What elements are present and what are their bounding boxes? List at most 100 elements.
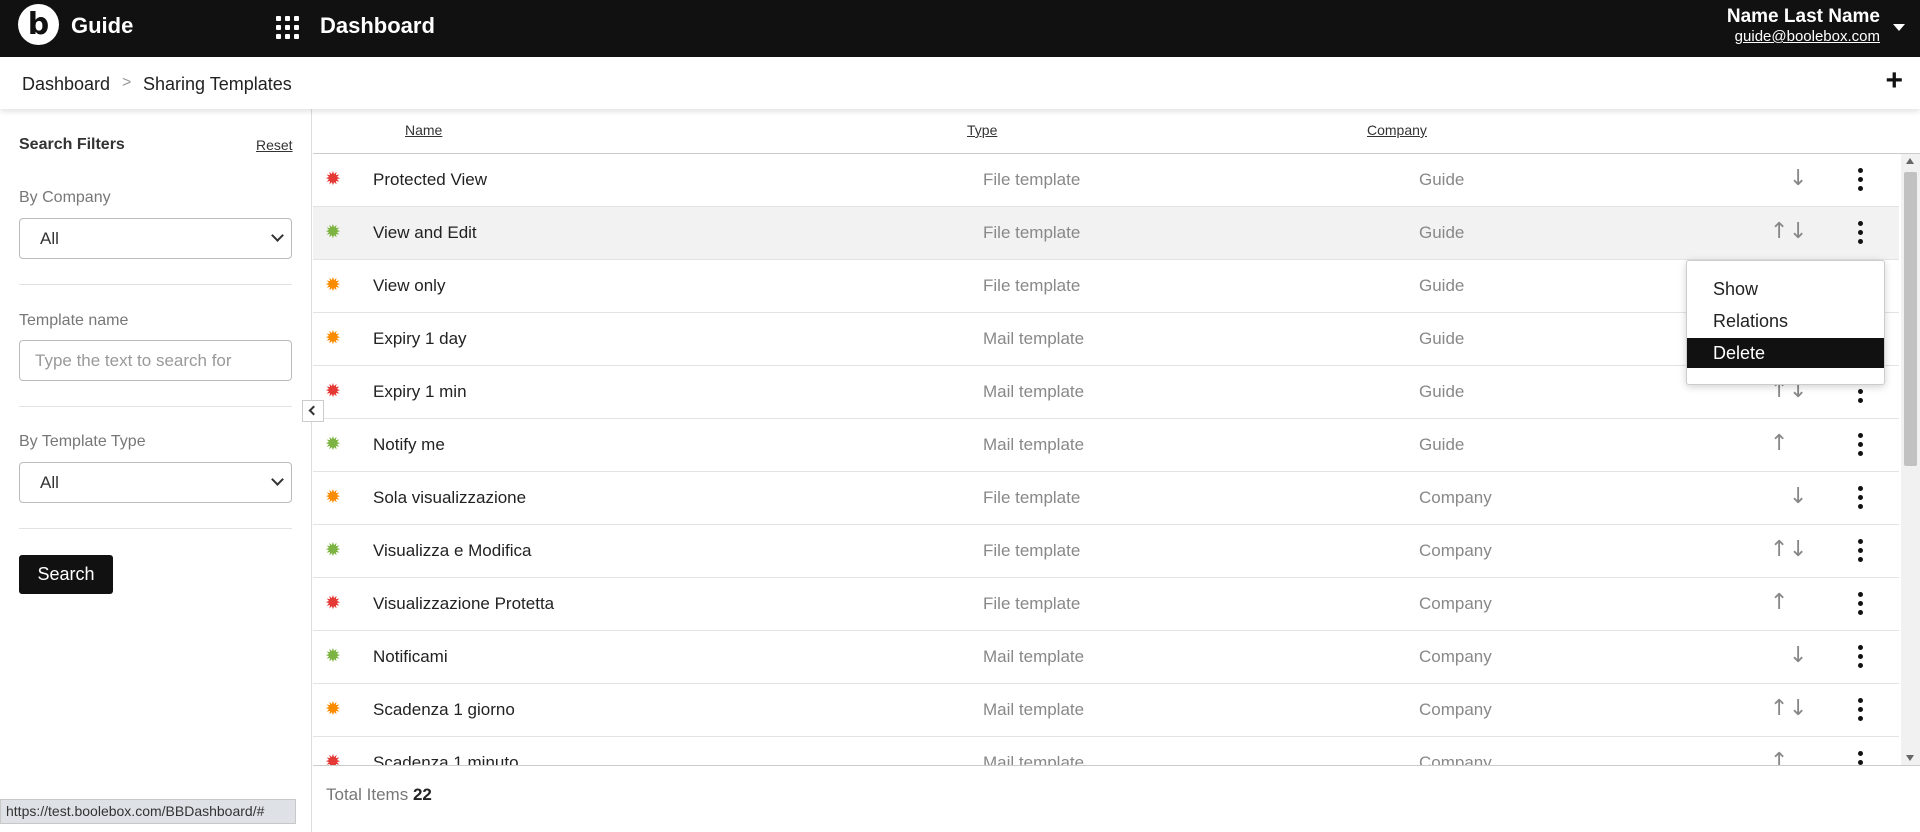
arrow-up-icon[interactable]: ↑ (1770, 537, 1788, 562)
kebab-dot (1858, 451, 1863, 456)
arrow-down-icon[interactable]: ↓ (1789, 484, 1807, 509)
kebab-menu-icon[interactable] (1857, 539, 1865, 563)
template-type-cell: File template (983, 594, 1081, 613)
template-type-cell: File template (983, 223, 1081, 242)
nav-title[interactable]: Dashboard (320, 13, 435, 39)
table-footer: Total Items 22 (313, 765, 1920, 832)
template-company-cell: Guide (1419, 276, 1465, 295)
user-name[interactable]: Name Last Name (1727, 6, 1880, 28)
kebab-menu-icon[interactable] (1857, 486, 1865, 510)
arrow-down-icon[interactable]: ↓ (1789, 219, 1807, 244)
arrow-down-icon[interactable]: ↓ (1789, 166, 1807, 191)
context-menu-item-relations[interactable]: Relations (1687, 306, 1884, 336)
search-button[interactable]: Search (19, 555, 113, 594)
scroll-up-icon[interactable] (1906, 158, 1914, 164)
total-items-count: 22 (412, 785, 432, 804)
template-name-cell: Protected View (373, 170, 488, 189)
kebab-dot (1858, 654, 1863, 659)
gear-icon: ✹ (325, 539, 341, 561)
company-filter-label: By Company (19, 189, 111, 206)
table-header: Name Type Company (313, 109, 1920, 154)
add-template-button[interactable]: + (1885, 64, 1903, 98)
arrow-down-icon[interactable]: ↓ (1789, 643, 1807, 668)
template-type-cell: File template (983, 541, 1081, 560)
breadcrumb-dashboard[interactable]: Dashboard (22, 74, 110, 95)
kebab-menu-icon[interactable] (1857, 221, 1865, 245)
kebab-dot (1858, 663, 1863, 668)
gear-icon: ✹ (325, 327, 341, 349)
breadcrumb: Dashboard > Sharing Templates + (0, 57, 1920, 109)
kebab-menu-icon[interactable] (1857, 592, 1865, 616)
table-row[interactable]: ✹ Expiry 1 day Mail template Guide (313, 313, 1899, 366)
scroll-down-icon[interactable] (1906, 755, 1914, 761)
template-name-cell: Visualizza e Modifica (373, 541, 532, 560)
boolebox-logo[interactable]: b (18, 4, 59, 45)
browser-status-url: https://test.boolebox.com/BBDashboard/# (0, 799, 296, 824)
table-row[interactable]: ✹ Notify me Mail template Guide ↑ (313, 419, 1899, 472)
arrow-up-icon[interactable]: ↑ (1770, 431, 1788, 456)
collapse-sidebar-button[interactable] (302, 400, 324, 422)
kebab-menu-icon[interactable] (1857, 168, 1865, 192)
arrow-up-icon[interactable]: ↑ (1770, 219, 1788, 244)
kebab-dot (1858, 504, 1863, 509)
arrow-up-icon[interactable]: ↑ (1770, 749, 1788, 765)
column-header-type[interactable]: Type (967, 122, 997, 138)
column-header-name[interactable]: Name (405, 122, 442, 138)
table-row[interactable]: ✹ Notificami Mail template Company ↓ (313, 631, 1899, 684)
template-name-cell: Scadenza 1 minuto (373, 753, 519, 765)
table-row[interactable]: ✹ Visualizza e Modifica File template Compa… (313, 525, 1899, 578)
template-name-cell: Scadenza 1 giorno (373, 700, 515, 719)
table-row[interactable]: ✹ Scadenza 1 giorno Mail template Company ↑ ↓ (313, 684, 1899, 737)
table-row[interactable]: ✹ Expiry 1 min Mail template Guide ↑ ↓ (313, 366, 1899, 419)
table-body: ✹ Protected View File template Guide ↓ ✹ View … (313, 154, 1899, 765)
table-row[interactable]: ✹ View and Edit File template Guide ↑ ↓ (313, 207, 1899, 260)
table-row[interactable]: ✹ Visualizzazione Protetta File template Co… (313, 578, 1899, 631)
apps-grid-icon[interactable] (276, 16, 300, 40)
template-company-cell: Guide (1419, 223, 1465, 242)
kebab-menu-icon[interactable] (1857, 751, 1865, 765)
template-company-cell: Company (1419, 647, 1492, 666)
table-scrollbar[interactable] (1901, 154, 1920, 765)
template-name-cell: Notify me (373, 435, 445, 454)
kebab-menu-icon[interactable] (1857, 433, 1865, 457)
kebab-dot (1858, 539, 1863, 544)
kebab-dot (1858, 557, 1863, 562)
arrow-down-icon[interactable]: ↓ (1789, 696, 1807, 721)
table-row[interactable]: ✹ Sola visualizzazione File template Compan… (313, 472, 1899, 525)
gear-icon: ✹ (325, 168, 341, 190)
company-select[interactable]: All (19, 218, 292, 259)
reset-link[interactable]: Reset (256, 137, 293, 153)
template-name-input[interactable]: Type the text to search for (19, 340, 292, 381)
kebab-dot (1858, 698, 1863, 703)
context-menu-item-show[interactable]: Show (1687, 274, 1884, 304)
template-name-cell: Expiry 1 min (373, 382, 467, 401)
column-header-company[interactable]: Company (1367, 122, 1427, 138)
gear-icon: ✹ (325, 274, 341, 296)
template-company-cell: Company (1419, 753, 1492, 765)
template-company-cell: Company (1419, 700, 1492, 719)
arrow-up-icon[interactable]: ↑ (1770, 590, 1788, 615)
kebab-menu-icon[interactable] (1857, 698, 1865, 722)
total-items: Total Items 22 (326, 785, 432, 805)
scroll-thumb[interactable] (1904, 172, 1917, 466)
gear-icon: ✹ (325, 698, 341, 720)
kebab-dot (1858, 645, 1863, 650)
template-type-cell: Mail template (983, 329, 1085, 348)
template-company-cell: Guide (1419, 435, 1465, 454)
template-type-cell: File template (983, 170, 1081, 189)
kebab-menu-icon[interactable] (1857, 645, 1865, 669)
divider (19, 406, 292, 407)
table-row[interactable]: ✹ View only File template Guide (313, 260, 1899, 313)
total-items-label: Total Items (326, 785, 409, 804)
user-email-link[interactable]: guide@boolebox.com (1735, 28, 1880, 45)
template-type-select[interactable]: All (19, 462, 292, 503)
kebab-dot (1858, 548, 1863, 553)
table-row[interactable]: ✹ Scadenza 1 minuto Mail template Company ↑ (313, 737, 1899, 765)
caret-down-icon[interactable] (1893, 24, 1905, 31)
kebab-dot (1858, 486, 1863, 491)
arrow-down-icon[interactable]: ↓ (1789, 537, 1807, 562)
context-menu-item-delete[interactable]: Delete (1687, 338, 1884, 368)
table-row[interactable]: ✹ Protected View File template Guide ↓ (313, 154, 1899, 207)
arrow-up-icon[interactable]: ↑ (1770, 696, 1788, 721)
template-type-cell: Mail template (983, 382, 1085, 401)
